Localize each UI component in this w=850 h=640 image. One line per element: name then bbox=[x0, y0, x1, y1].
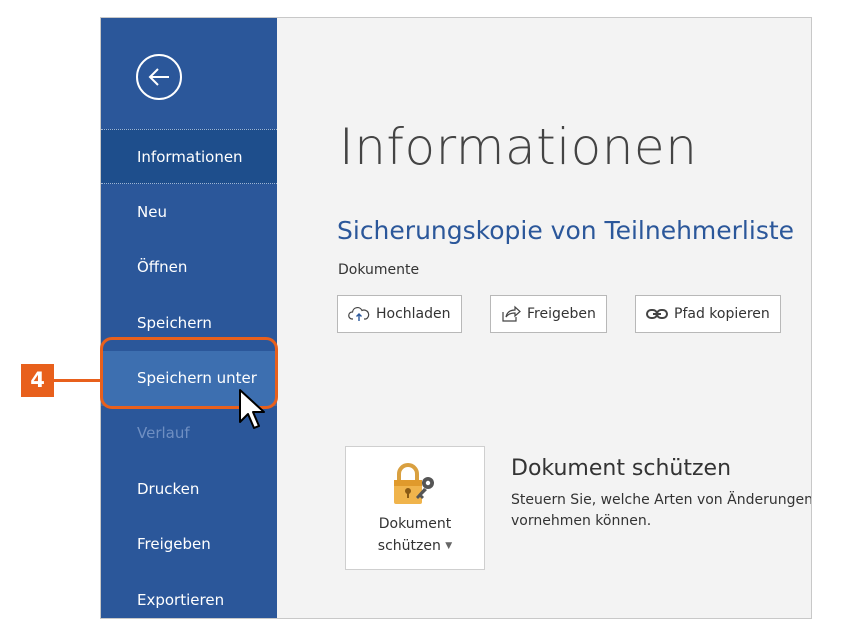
copy-path-button[interactable]: Pfad kopieren bbox=[635, 295, 781, 333]
share-button[interactable]: Freigeben bbox=[490, 295, 607, 333]
protect-section-title: Dokument schützen bbox=[511, 456, 732, 481]
callout-line bbox=[54, 379, 101, 382]
upload-label: Hochladen bbox=[376, 306, 451, 322]
protect-description-line2: vornehmen können. bbox=[511, 513, 652, 529]
cloud-upload-icon bbox=[348, 306, 370, 322]
back-button[interactable] bbox=[136, 54, 182, 100]
backstage-sidebar: Informationen Neu Öffnen Speichern Speic… bbox=[101, 18, 277, 618]
sidebar-item-informationen[interactable]: Informationen bbox=[101, 129, 277, 184]
sidebar-item-freigeben[interactable]: Freigeben bbox=[101, 517, 277, 572]
document-title: Sicherungskopie von Teilnehmerliste bbox=[337, 216, 795, 245]
document-location: Dokumente bbox=[338, 262, 420, 278]
protect-tile-label: Dokument schützen ▼ bbox=[346, 513, 484, 557]
back-arrow-icon bbox=[148, 68, 169, 86]
step-badge: 4 bbox=[21, 364, 54, 397]
sidebar-item-drucken[interactable]: Drucken bbox=[101, 462, 277, 517]
protect-document-button[interactable]: Dokument schützen ▼ bbox=[345, 446, 485, 570]
upload-button[interactable]: Hochladen bbox=[337, 295, 462, 333]
protect-tile-label-line2: schützen bbox=[377, 538, 441, 554]
share-label: Freigeben bbox=[527, 306, 596, 322]
link-icon bbox=[646, 308, 668, 320]
backstage-window: Informationen Neu Öffnen Speichern Speic… bbox=[100, 17, 812, 619]
chevron-down-icon: ▼ bbox=[445, 541, 453, 551]
sidebar-item-oeffnen[interactable]: Öffnen bbox=[101, 240, 277, 295]
info-panel: Informationen Sicherungskopie von Teilne… bbox=[277, 18, 811, 618]
sidebar-item-neu[interactable]: Neu bbox=[101, 185, 277, 240]
lock-key-icon bbox=[390, 461, 438, 511]
copy-path-label: Pfad kopieren bbox=[674, 306, 770, 322]
mouse-cursor-icon bbox=[239, 389, 265, 429]
protect-tile-label-line1: Dokument bbox=[378, 516, 452, 532]
protect-section-description: Steuern Sie, welche Arten von Änderungen… bbox=[511, 490, 812, 532]
protect-description-line1: Steuern Sie, welche Arten von Änderungen bbox=[511, 492, 812, 508]
share-icon bbox=[501, 305, 521, 323]
page-title: Informationen bbox=[339, 118, 698, 176]
sidebar-item-exportieren[interactable]: Exportieren bbox=[101, 573, 277, 618]
